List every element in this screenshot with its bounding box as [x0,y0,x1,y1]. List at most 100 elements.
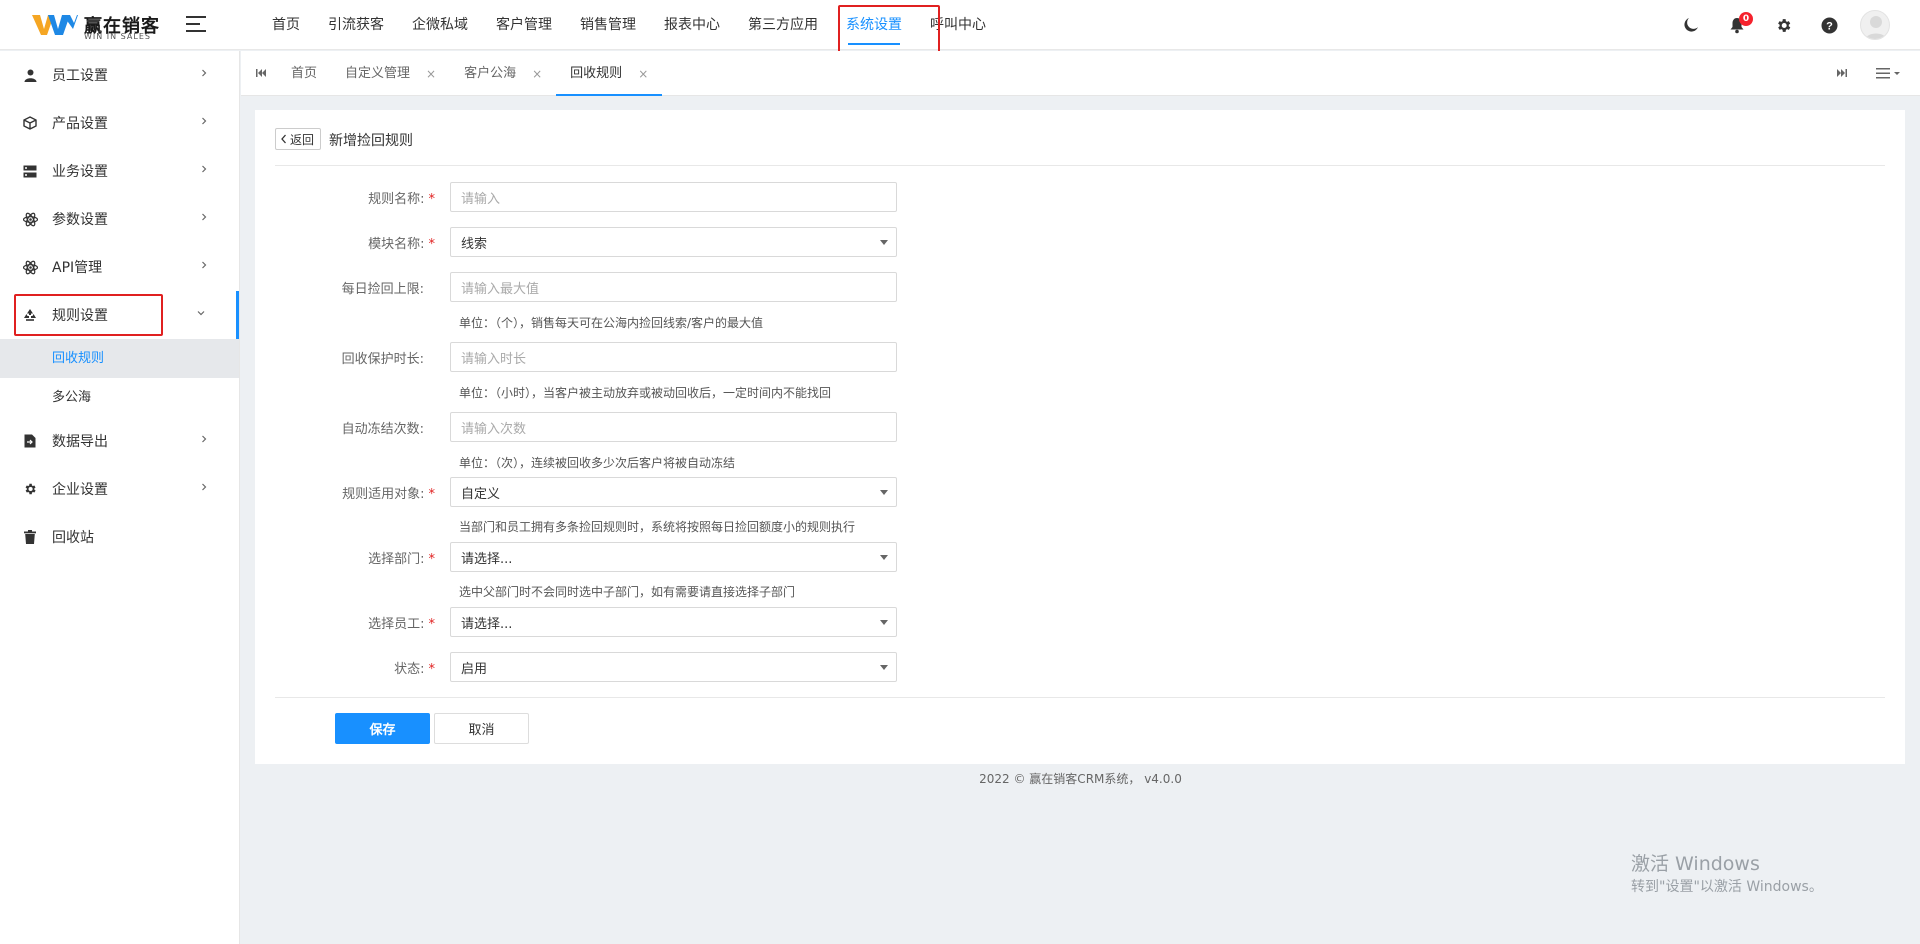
chevron-right-icon [202,483,207,491]
cancel-button[interactable]: 取消 [434,713,529,744]
sidebar-item-data-export[interactable]: 数据导出 [0,417,239,465]
field-label: 状态: * [255,658,435,677]
module-name-select[interactable]: 线索 [450,227,897,257]
sidebar-item-product-settings[interactable]: 产品设置 [0,99,239,147]
chevron-right-icon [202,435,207,443]
form-divider [275,697,1885,698]
chevron-down-icon [197,311,205,316]
required-mark: * [428,191,436,207]
tab-label: 首页 [291,65,318,81]
caret-down-icon [880,240,888,245]
close-icon[interactable]: × [532,52,542,96]
protect-duration-hint: 单位：（小时），当客户被主动放弃或被动回收后，一定时间内不能找回 [459,386,832,400]
file-export-icon [22,433,38,449]
sidebar-item-label: 员工设置 [52,68,108,84]
notification-bell-icon[interactable]: 0 [1714,0,1760,50]
notification-badge: 0 [1739,12,1753,26]
employee-select[interactable]: 请选择... [450,607,897,637]
field-label-text: 回收保护时长: [341,351,424,367]
topnav-lead-generation[interactable]: 引流获客 [314,0,398,50]
form-row-protect-duration: 回收保护时长: 请输入时长 [255,341,897,373]
tab-scroll-right-icon[interactable] [1836,67,1848,79]
tab-home[interactable]: 首页 [277,51,331,96]
form-row-department: 选择部门: * 请选择... [255,541,897,573]
settings-gear-icon[interactable] [1760,0,1806,50]
protect-duration-input[interactable]: 请输入时长 [450,342,897,372]
chevron-right-icon [202,117,207,125]
chevron-right-icon [202,261,207,269]
trash-icon [22,529,38,545]
rule-target-hint: 当部门和员工拥有多条捡回规则时，系统将按照每日捡回额度小的规则执行 [459,520,856,534]
tab-recycle-rules[interactable]: 回收规则 × [556,51,663,96]
field-label: 回收保护时长: [255,348,435,367]
field-label: 选择员工: * [255,613,435,632]
sidebar-item-employee-settings[interactable]: 员工设置 [0,51,239,99]
form-row-rule-target: 规则适用对象: * 自定义 [255,476,897,508]
select-value: 请选择... [461,551,513,567]
tab-customer-public-pool[interactable]: 客户公海 × [450,51,556,96]
dark-mode-icon[interactable] [1668,0,1714,50]
svg-text:?: ? [1826,20,1833,32]
daily-limit-input[interactable]: 请输入最大值 [450,272,897,302]
field-label: 自动冻结次数: [255,418,435,437]
field-label-text: 自动冻结次数: [341,421,424,437]
sidebar-item-parameter-settings[interactable]: 参数设置 [0,195,239,243]
highlight-box-rule-settings [14,294,163,336]
form-row-rule-name: 规则名称: * 请输入 [255,181,897,213]
field-label: 每日捡回上限: [255,278,435,297]
close-icon[interactable]: × [638,52,648,96]
windows-activation-watermark-text: 转到"设置"以激活 Windows。 [1631,879,1823,895]
user-avatar[interactable] [1852,0,1898,50]
topnav-report-center[interactable]: 报表中心 [650,0,734,50]
rule-target-select[interactable]: 自定义 [450,477,897,507]
topnav-home[interactable]: 首页 [258,0,314,50]
topnav-customer-management[interactable]: 客户管理 [482,0,566,50]
caret-down-icon [880,620,888,625]
menu-toggle-icon[interactable] [186,16,208,34]
rule-name-input[interactable]: 请输入 [450,182,897,212]
sidebar-item-label: 回收站 [52,530,94,546]
server-icon [22,163,38,179]
chevron-left-icon [281,134,286,144]
sidebar-item-api-management[interactable]: API管理 [0,243,239,291]
rule-form-card: 返回 新增捡回规则 规则名称: * 请输入 模块名称: * 线索 每日捡回上限: 请… [255,110,1905,764]
brand-logo[interactable]: 赢在销客 WIN IN SALES [32,10,162,42]
topnav-third-party-apps[interactable]: 第三方应用 [734,0,832,50]
chevron-right-icon [202,69,207,77]
tab-menu-icon[interactable] [1876,65,1902,81]
sidebar-item-label: 数据导出 [52,434,108,450]
sidebar-subitem-recycle-rules[interactable]: 回收规则 [0,339,239,378]
field-label-text: 规则名称: [368,191,425,207]
tab-label: 客户公海 [464,65,517,81]
atom-icon [22,211,38,227]
topnav-wecom-private[interactable]: 企微私域 [398,0,482,50]
top-icon-group: 0 ? [1668,0,1898,50]
status-select[interactable]: 启用 [450,652,897,682]
select-value: 请选择... [461,616,513,632]
department-select[interactable]: 请选择... [450,542,897,572]
field-label-text: 每日捡回上限: [341,281,424,297]
sidebar-item-label: 业务设置 [52,164,108,180]
sidebar-item-enterprise-settings[interactable]: 企业设置 [0,465,239,513]
cube-icon [22,115,38,131]
topnav-sales-management[interactable]: 销售管理 [566,0,650,50]
field-label: 模块名称: * [255,233,435,252]
tab-scroll-left-icon[interactable] [255,67,267,79]
atom-icon [22,259,38,275]
auto-freeze-input[interactable]: 请输入次数 [450,412,897,442]
help-icon[interactable]: ? [1806,0,1852,50]
required-mark: * [428,551,436,567]
back-button[interactable]: 返回 [275,128,322,150]
sidebar: 员工设置 产品设置 业务设置 参数设置 API管理 规则设置 回收规则 多公海 … [0,51,240,944]
field-label-text: 模块名称: [368,236,425,252]
caret-down-icon [880,555,888,560]
logo-mark-icon [32,15,78,35]
chevron-right-icon [202,165,207,173]
close-icon[interactable]: × [426,52,436,96]
tab-label: 自定义管理 [345,65,411,81]
sidebar-item-recycle-bin[interactable]: 回收站 [0,513,239,561]
sidebar-item-business-settings[interactable]: 业务设置 [0,147,239,195]
sidebar-subitem-multi-public-pool[interactable]: 多公海 [0,378,239,417]
tab-custom-management[interactable]: 自定义管理 × [331,51,450,96]
save-button[interactable]: 保存 [335,713,430,744]
